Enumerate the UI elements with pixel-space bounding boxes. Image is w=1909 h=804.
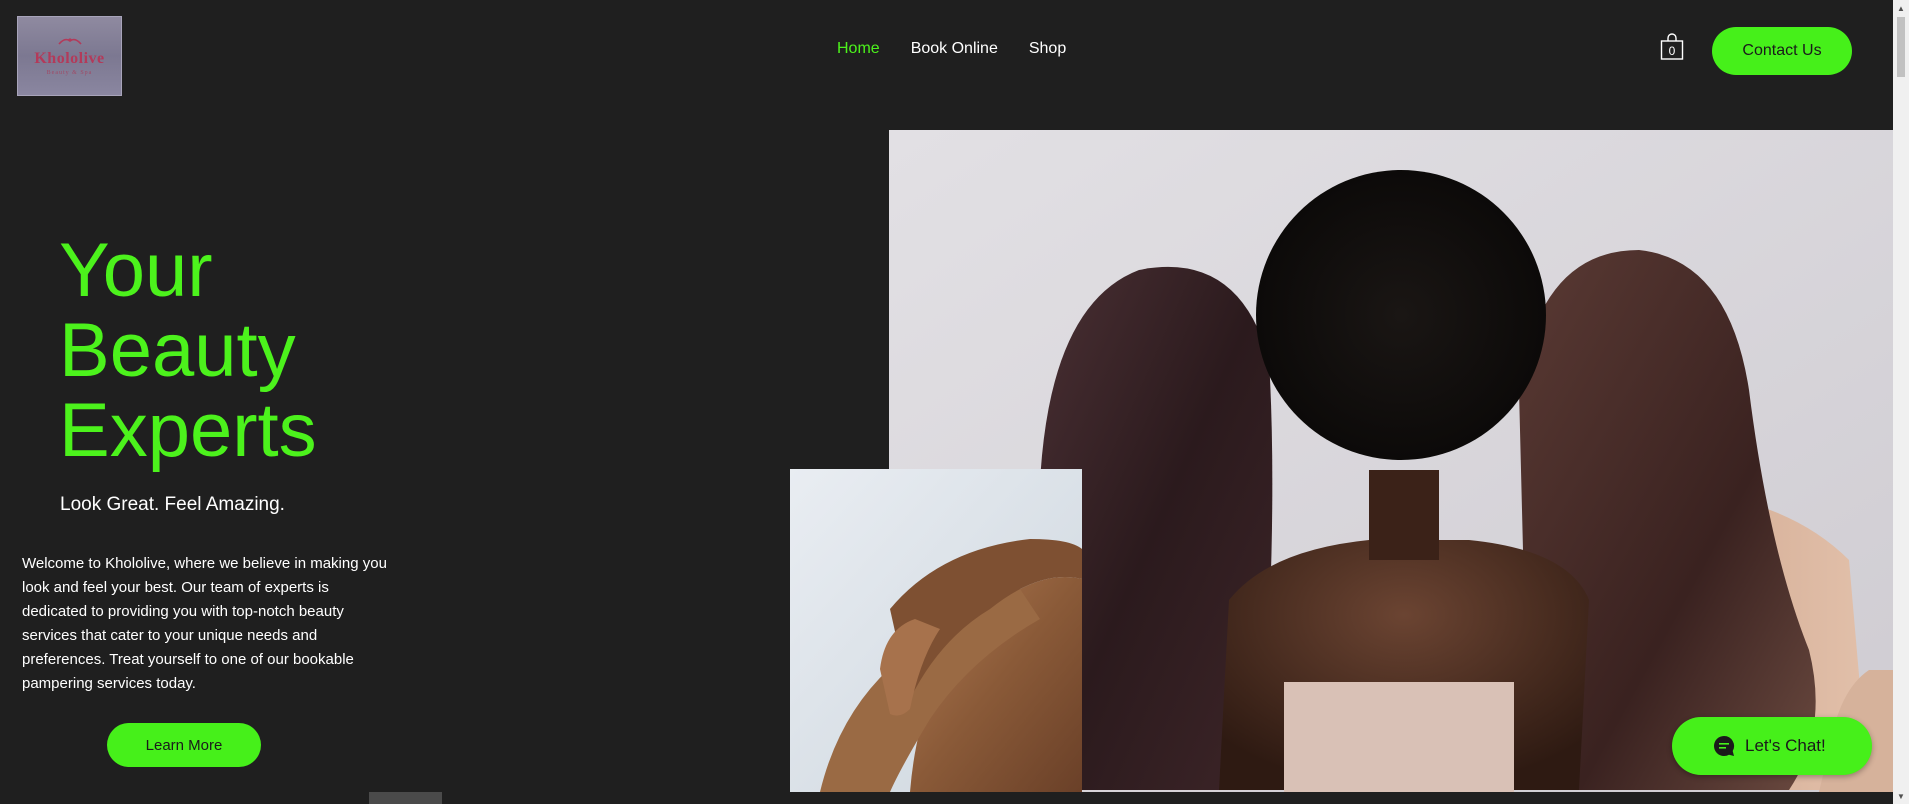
cart-count: 0 [1668,44,1676,58]
contact-us-button[interactable]: Contact Us [1712,27,1852,75]
scrollbar[interactable]: ▲ ▼ [1893,0,1909,804]
scrollbar-thumb[interactable] [1897,17,1905,77]
logo-tagline: Beauty & Spa [46,70,93,76]
hero-title-line: Beauty [59,308,296,393]
logo-mark-icon [57,38,82,45]
page: Khololive Beauty & Spa Home Book Online … [0,0,1909,804]
site-logo[interactable]: Khololive Beauty & Spa [17,16,122,96]
nav-item-book-online[interactable]: Book Online [911,40,998,58]
scroll-down-arrow-icon[interactable]: ▼ [1893,788,1909,804]
hero-intro-text: Welcome to Khololive, where we believe i… [22,555,387,692]
chat-button[interactable]: Let's Chat! [1672,717,1872,775]
main-nav: Home Book Online Shop [837,40,1097,58]
secondary-image-legs [790,469,1082,792]
hero-title-line: Experts [59,388,317,473]
nav-item-shop[interactable]: Shop [1029,40,1066,58]
chat-bubble-icon [1714,735,1735,757]
hero-title: Your Beauty Experts [59,231,459,471]
section-tab [369,792,442,804]
nav-item-home[interactable]: Home [837,40,880,58]
scroll-up-arrow-icon[interactable]: ▲ [1893,0,1909,16]
hero-subtitle: Look Great. Feel Amazing. [60,494,285,515]
cart-button[interactable]: 0 [1660,33,1684,61]
hero-title-line: Your [59,228,213,313]
learn-more-button[interactable]: Learn More [107,723,261,767]
logo-name: Khololive [34,50,105,67]
chat-label: Let's Chat! [1745,736,1826,755]
